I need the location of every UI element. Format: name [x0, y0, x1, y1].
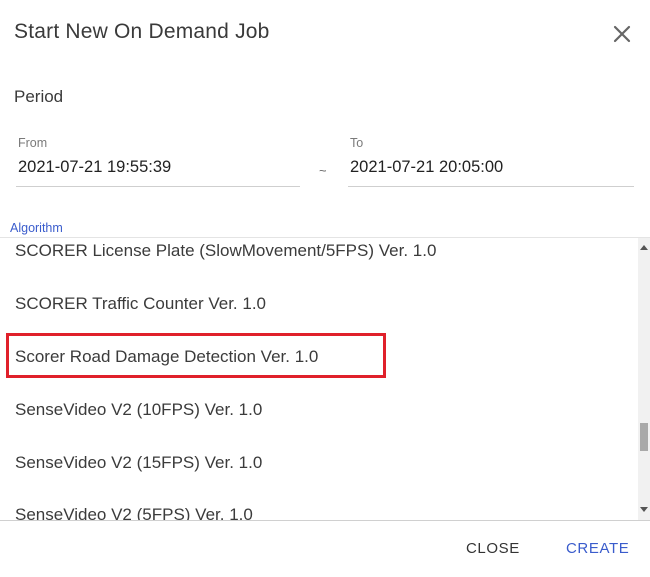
close-button[interactable]: CLOSE [466, 540, 520, 557]
create-button[interactable]: CREATE [566, 540, 629, 557]
range-separator: ~ [319, 163, 327, 178]
dialog-title: Start New On Demand Job [14, 20, 270, 43]
scroll-thumb[interactable] [640, 423, 648, 451]
scrollbar[interactable] [638, 238, 650, 520]
from-field[interactable]: From 2021-07-21 19:55:39 [16, 136, 300, 188]
period-heading: Period [14, 87, 64, 106]
list-item[interactable]: SenseVideo V2 (15FPS) Ver. 1.0 [15, 453, 262, 473]
new-job-dialog: Start New On Demand Job Period From 2021… [0, 0, 650, 577]
list-item[interactable]: SCORER Traffic Counter Ver. 1.0 [15, 294, 266, 314]
scroll-up-icon[interactable] [640, 245, 648, 250]
from-input[interactable]: 2021-07-21 19:55:39 [16, 158, 300, 187]
algorithm-list[interactable]: SCORER License Plate (SlowMovement/5FPS)… [0, 237, 650, 521]
highlight-box [6, 333, 386, 378]
to-label: To [350, 136, 364, 150]
scroll-down-icon[interactable] [640, 507, 648, 512]
to-field[interactable]: To 2021-07-21 20:05:00 [348, 136, 634, 188]
algorithm-label: Algorithm [10, 221, 63, 235]
list-item[interactable]: SenseVideo V2 (10FPS) Ver. 1.0 [15, 400, 262, 420]
to-input[interactable]: 2021-07-21 20:05:00 [348, 158, 634, 187]
from-label: From [18, 136, 48, 150]
close-icon[interactable] [608, 20, 636, 48]
list-item[interactable]: SenseVideo V2 (5FPS) Ver. 1.0 [15, 505, 253, 520]
list-item[interactable]: SCORER License Plate (SlowMovement/5FPS)… [15, 241, 436, 261]
